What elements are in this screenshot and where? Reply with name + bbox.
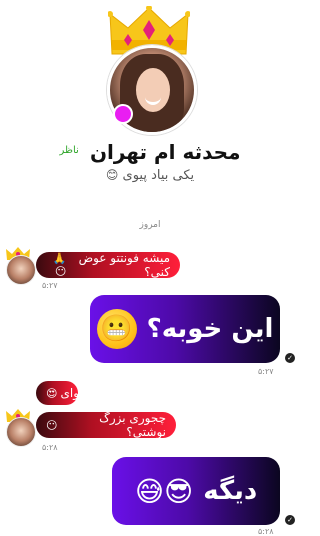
sender-avatar[interactable] [6, 417, 36, 447]
message-text: دیگه [203, 476, 258, 506]
profile-status: یکی بیاد پیوی 😊 [0, 168, 300, 183]
message-text: وای [60, 386, 79, 400]
message-bubble-incoming[interactable]: چجوری بزرگ نوشتی؟ 😶 [36, 411, 176, 439]
message-time: ۵:۲۷ [42, 281, 58, 290]
message-bubble-incoming[interactable]: وای 😍 [36, 381, 79, 405]
sender-avatar[interactable] [6, 255, 36, 285]
profile-status-emoji: 😊 [105, 168, 119, 182]
profile-name: محدثه ام تهران [89, 140, 241, 164]
message-bubble-outgoing[interactable]: دیگه 😎😅 [112, 457, 280, 525]
message-emoji: 😶 [46, 418, 58, 432]
message-time: ۵:۲۷ [258, 367, 274, 376]
profile-status-text: یکی بیاد پیوی [122, 168, 195, 183]
read-check-icon: ✓ [285, 515, 295, 525]
message-time: ۵:۲۸ [42, 443, 58, 452]
message-bubble-outgoing[interactable]: این خوبه؟ 😬 [90, 295, 280, 363]
message-text: چجوری بزرگ نوشتی؟ [99, 411, 166, 439]
message-emoji: 😎😅 [134, 474, 194, 508]
profile-title-row: محدثه ام تهران ناظر [0, 140, 300, 168]
date-separator: امروز [139, 220, 161, 230]
avatar-face [136, 68, 170, 112]
message-text: میشه فونتتو عوض کنی؟ [78, 251, 170, 279]
message-emoji: 🙏😶 [52, 252, 67, 278]
read-check-icon: ✓ [285, 353, 295, 363]
online-status-dot [113, 104, 133, 124]
message-text: این خوبه؟ [146, 314, 274, 344]
message-emoji: 😬 [96, 309, 137, 349]
message-emoji: 😍 [46, 386, 58, 400]
message-time: ۵:۲۸ [258, 527, 274, 536]
message-bubble-incoming[interactable]: میشه فونتتو عوض کنی؟ 🙏😶 [36, 251, 180, 279]
profile-badge: ناظر [59, 144, 79, 156]
